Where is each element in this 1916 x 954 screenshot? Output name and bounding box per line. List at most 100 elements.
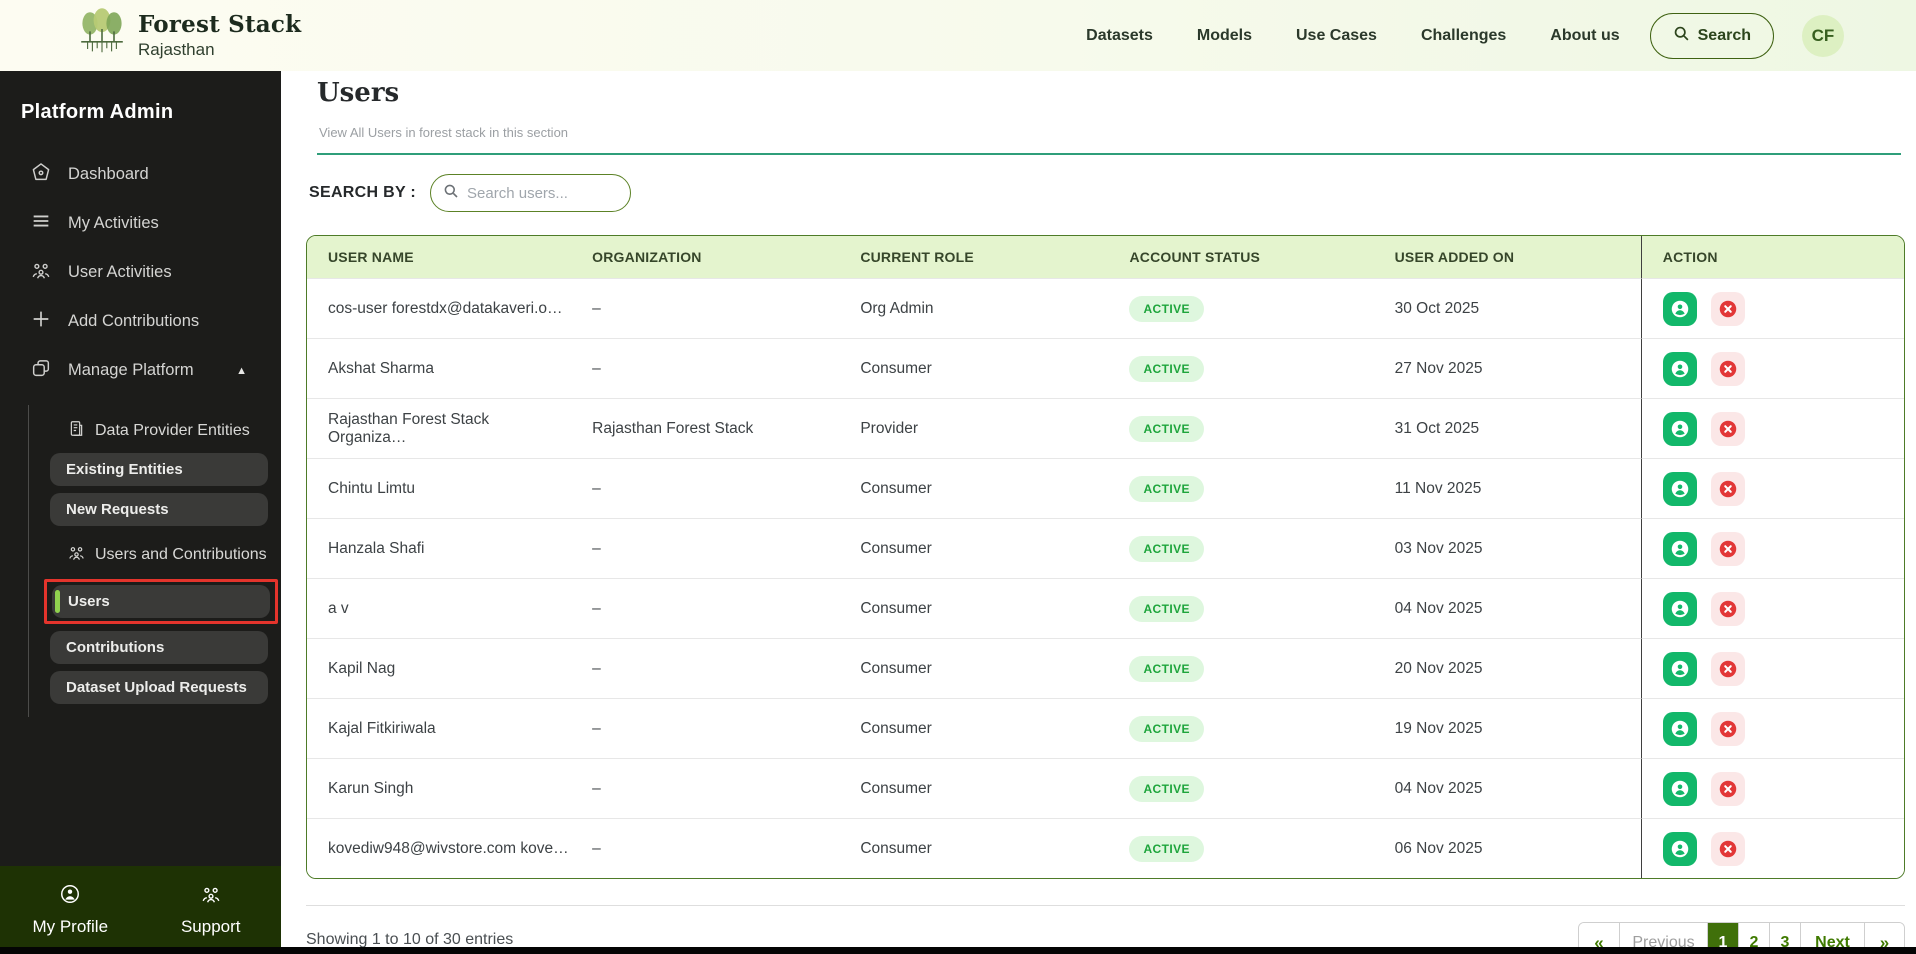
cell-current-role: Consumer [839, 638, 1109, 698]
nav-models[interactable]: Models [1197, 27, 1252, 45]
table-row: Akshat Sharma – Consumer ACTIVE 27 Nov 2… [307, 338, 1904, 398]
submenu-new-requests[interactable]: New Requests [50, 493, 268, 526]
submenu-existing-entities[interactable]: Existing Entities [50, 453, 268, 486]
status-badge: ACTIVE [1129, 835, 1204, 862]
top-navigation: Datasets Models Use Cases Challenges Abo… [1086, 12, 1844, 59]
cell-account-status: ACTIVE [1108, 518, 1374, 578]
search-button[interactable]: Search [1649, 12, 1774, 59]
cell-user-added-on: 04 Nov 2025 [1373, 578, 1641, 638]
view-user-button[interactable] [1662, 771, 1697, 806]
cell-current-role: Consumer [839, 698, 1109, 758]
page-title: Users [317, 78, 400, 108]
col-organization: ORGANIZATION [571, 236, 840, 278]
cell-account-status: ACTIVE [1108, 758, 1374, 818]
cell-account-status: ACTIVE [1108, 338, 1374, 398]
view-user-button[interactable] [1662, 651, 1697, 686]
status-badge: ACTIVE [1129, 535, 1204, 562]
cell-organization: – [571, 698, 840, 758]
manage-platform-submenu: Data Provider Entities Existing Entities… [28, 405, 281, 717]
table-row: Kapil Nag – Consumer ACTIVE 20 Nov 2025 [307, 638, 1904, 698]
cell-user-added-on: 19 Nov 2025 [1373, 698, 1641, 758]
cell-user-added-on: 31 Oct 2025 [1373, 398, 1641, 458]
table-row: Rajasthan Forest Stack Organiza… Rajasth… [307, 398, 1904, 458]
sidebar-item-manage-platform[interactable]: Manage Platform ▲ [0, 346, 281, 395]
search-users-input[interactable] [467, 184, 608, 202]
main-content: Users View All Users in forest stack in … [281, 71, 1916, 954]
submenu-contributions[interactable]: Contributions [50, 631, 268, 664]
view-user-button[interactable] [1662, 591, 1697, 626]
sidebar-item-user-activities[interactable]: User Activities [0, 248, 281, 297]
view-user-button[interactable] [1662, 411, 1697, 446]
view-user-button[interactable] [1662, 351, 1697, 386]
cell-user-added-on: 30 Oct 2025 [1373, 278, 1641, 338]
table-row: Chintu Limtu – Consumer ACTIVE 11 Nov 20… [307, 458, 1904, 518]
view-user-button[interactable] [1662, 471, 1697, 506]
group-icon [200, 883, 222, 910]
brand-logo[interactable]: Forest Stack Rajasthan [78, 7, 301, 64]
forest-trees-icon [78, 7, 126, 64]
my-profile-button[interactable]: My Profile [0, 866, 141, 954]
user-avatar[interactable]: CF [1802, 14, 1844, 57]
status-badge: ACTIVE [1129, 355, 1204, 382]
deactivate-user-button[interactable] [1711, 411, 1746, 446]
cell-current-role: Consumer [839, 338, 1109, 398]
sidebar-item-dashboard[interactable]: Dashboard [0, 150, 281, 199]
table-row: cos-user forestdx@datakaveri.o… – Org Ad… [307, 278, 1904, 338]
submenu-users[interactable]: Users [52, 585, 270, 618]
nav-use-cases[interactable]: Use Cases [1296, 27, 1377, 45]
submenu-data-provider-entities[interactable]: Data Provider Entities [29, 409, 281, 453]
cell-user-name: Akshat Sharma [307, 338, 572, 398]
cell-organization: – [571, 818, 840, 878]
deactivate-user-button[interactable] [1711, 651, 1746, 686]
sidebar-title: Platform Admin [21, 101, 174, 123]
cell-current-role: Consumer [839, 458, 1109, 518]
cell-organization: – [571, 278, 840, 338]
cell-current-role: Consumer [839, 758, 1109, 818]
nav-about-us[interactable]: About us [1550, 27, 1619, 45]
table-row: Karun Singh – Consumer ACTIVE 04 Nov 202… [307, 758, 1904, 818]
cell-account-status: ACTIVE [1108, 398, 1374, 458]
cell-user-name: Kajal Fitkiriwala [307, 698, 572, 758]
deactivate-user-button[interactable] [1711, 831, 1746, 866]
submenu-dataset-upload-requests[interactable]: Dataset Upload Requests [50, 671, 268, 704]
cell-current-role: Org Admin [839, 278, 1109, 338]
cell-organization: Rajasthan Forest Stack [571, 398, 840, 458]
chevron-up-icon: ▲ [236, 364, 247, 377]
plus-icon [30, 308, 52, 335]
view-user-button[interactable] [1662, 291, 1697, 326]
cell-organization: – [571, 518, 840, 578]
cell-account-status: ACTIVE [1108, 698, 1374, 758]
cell-user-added-on: 06 Nov 2025 [1373, 818, 1641, 878]
deactivate-user-button[interactable] [1711, 531, 1746, 566]
view-user-button[interactable] [1662, 531, 1697, 566]
table-row: Kajal Fitkiriwala – Consumer ACTIVE 19 N… [307, 698, 1904, 758]
cell-action [1640, 758, 1904, 818]
deactivate-user-button[interactable] [1711, 711, 1746, 746]
submenu-users-and-contributions[interactable]: Users and Contributions [29, 533, 281, 577]
view-user-button[interactable] [1662, 711, 1697, 746]
sidebar-item-my-activities[interactable]: My Activities [0, 199, 281, 248]
nav-datasets[interactable]: Datasets [1086, 27, 1153, 45]
view-user-button[interactable] [1662, 831, 1697, 866]
col-account-status: ACCOUNT STATUS [1108, 236, 1374, 278]
search-by-label: SEARCH BY : [309, 184, 417, 201]
users-table: USER NAME ORGANIZATION CURRENT ROLE ACCO… [306, 235, 1905, 879]
col-user-name: USER NAME [307, 236, 572, 278]
sidebar-item-add-contributions[interactable]: Add Contributions [0, 297, 281, 346]
cell-user-name: Karun Singh [307, 758, 572, 818]
cell-action [1640, 578, 1904, 638]
deactivate-user-button[interactable] [1711, 471, 1746, 506]
cell-current-role: Consumer [839, 818, 1109, 878]
nav-challenges[interactable]: Challenges [1421, 27, 1506, 45]
cell-user-added-on: 04 Nov 2025 [1373, 758, 1641, 818]
deactivate-user-button[interactable] [1711, 591, 1746, 626]
deactivate-user-button[interactable] [1711, 351, 1746, 386]
deactivate-user-button[interactable] [1711, 771, 1746, 806]
cell-organization: – [571, 638, 840, 698]
support-button[interactable]: Support [141, 866, 282, 954]
col-action: ACTION [1640, 236, 1904, 278]
title-divider [317, 153, 1901, 155]
status-badge: ACTIVE [1129, 415, 1204, 442]
brand-subtitle: Rajasthan [138, 40, 215, 59]
deactivate-user-button[interactable] [1711, 291, 1746, 326]
